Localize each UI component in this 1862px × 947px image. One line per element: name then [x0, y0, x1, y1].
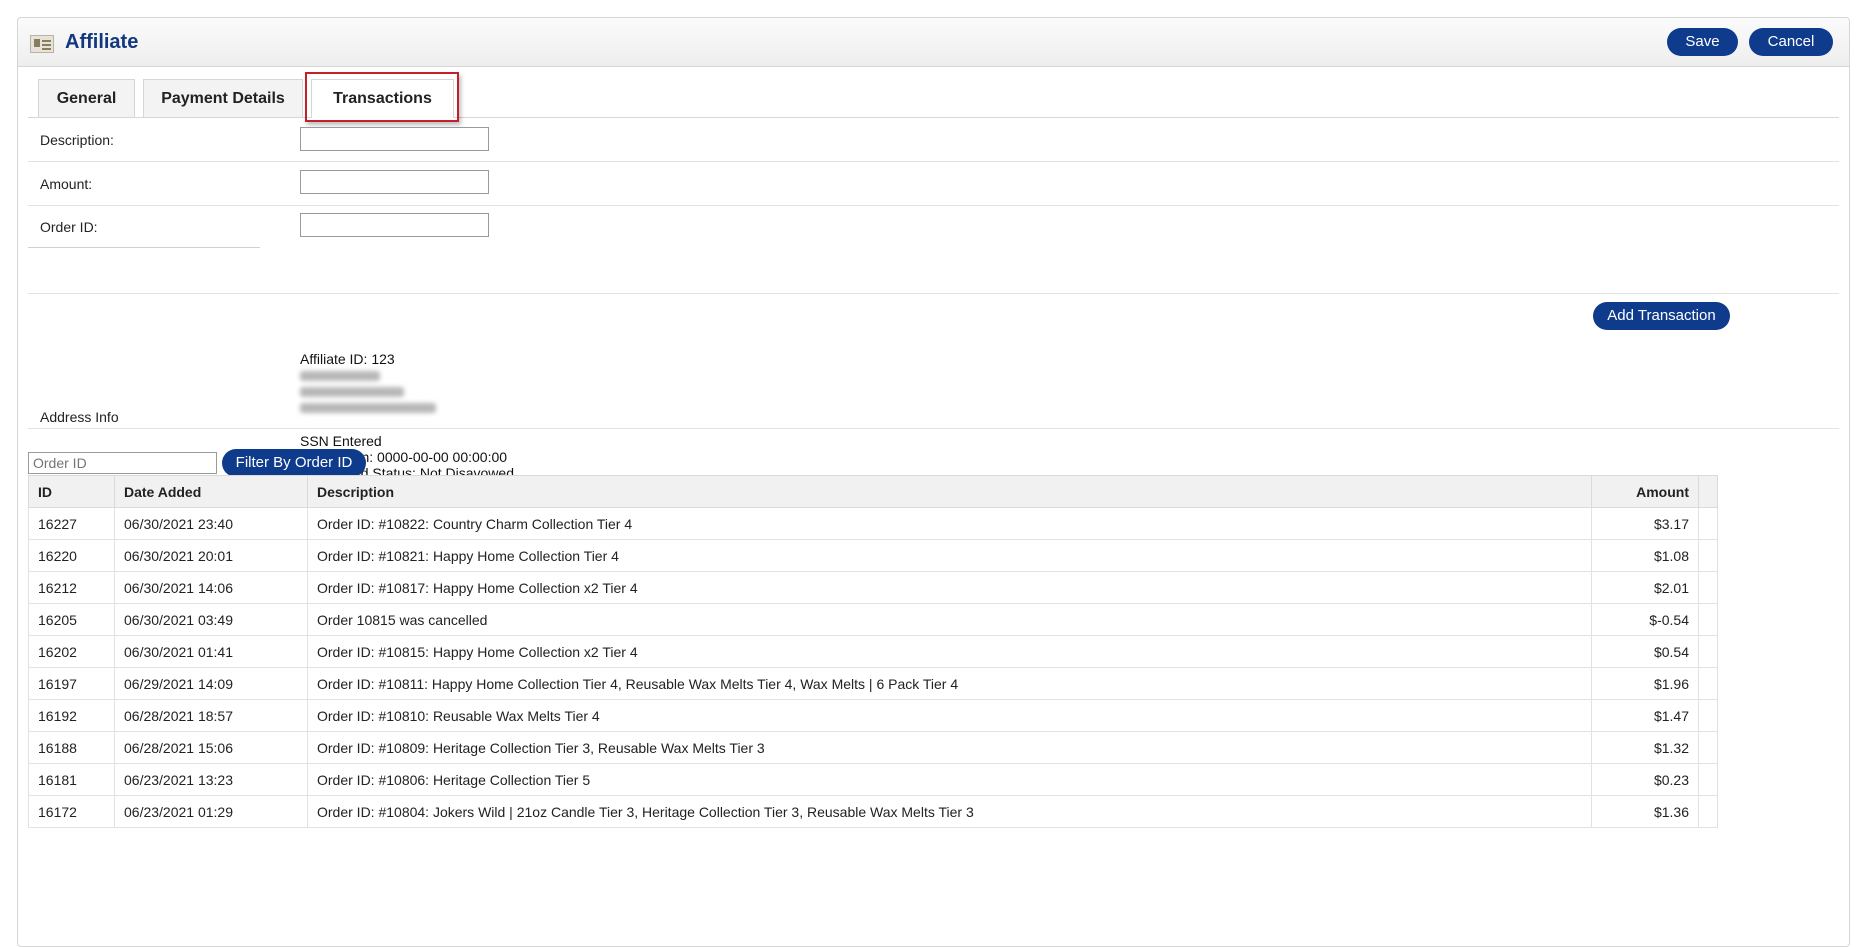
cell-id: 16220	[28, 539, 115, 572]
affiliate-id: Affiliate ID: 123	[300, 351, 395, 367]
description-label: Description:	[40, 132, 114, 148]
cancel-button[interactable]: Cancel	[1749, 28, 1833, 56]
amount-row: Amount:	[28, 162, 1839, 206]
cell-amount: $-0.54	[1591, 603, 1699, 636]
cell-description: Order ID: #10809: Heritage Collection Ti…	[307, 731, 1592, 764]
cell-description: Order ID: #10817: Happy Home Collection …	[307, 571, 1592, 604]
cell-amount: $0.54	[1591, 635, 1699, 668]
cell-amount: $3.17	[1591, 507, 1699, 540]
address-info-label: Address Info	[40, 409, 119, 425]
affiliate-panel: Affiliate Save Cancel General Payment De…	[17, 17, 1850, 947]
cell-amount: $1.08	[1591, 539, 1699, 572]
transactions-table: ID Date Added Description Amount 16227 06…	[28, 475, 1718, 828]
column-header-filler	[1698, 475, 1718, 508]
description-input[interactable]	[300, 127, 489, 151]
tab-payment-details[interactable]: Payment Details	[143, 79, 303, 117]
cell-amount: $1.36	[1591, 795, 1699, 828]
add-transaction-button[interactable]: Add Transaction	[1593, 302, 1730, 330]
cell-date: 06/23/2021 01:29	[114, 795, 308, 828]
affiliate-card-icon	[30, 35, 54, 53]
cell-date: 06/30/2021 23:40	[114, 507, 308, 540]
cell-filler	[1698, 603, 1718, 636]
cell-filler	[1698, 795, 1718, 828]
panel-header: Affiliate Save Cancel	[18, 18, 1849, 67]
cell-id: 16227	[28, 507, 115, 540]
tab-transactions[interactable]: Transactions	[311, 79, 454, 118]
order-id-row: Order ID:	[28, 206, 1839, 248]
cell-id: 16181	[28, 763, 115, 796]
cell-id: 16205	[28, 603, 115, 636]
cell-date: 06/30/2021 14:06	[114, 571, 308, 604]
cell-date: 06/30/2021 03:49	[114, 603, 308, 636]
cell-description: Order ID: #10810: Reusable Wax Melts Tie…	[307, 699, 1592, 732]
cell-filler	[1698, 699, 1718, 732]
tab-general[interactable]: General	[38, 79, 135, 117]
table-row[interactable]: 16205 06/30/2021 03:49 Order 10815 was can…	[28, 603, 1718, 636]
cell-filler	[1698, 667, 1718, 700]
cell-date: 06/28/2021 18:57	[114, 699, 308, 732]
order-id-filter-input[interactable]	[28, 452, 217, 474]
cell-date: 06/29/2021 14:09	[114, 667, 308, 700]
amount-label: Amount:	[40, 176, 93, 192]
save-button[interactable]: Save	[1667, 28, 1738, 56]
column-header-amount[interactable]: Amount	[1591, 475, 1699, 508]
cell-date: 06/28/2021 15:06	[114, 731, 308, 764]
cell-filler	[1698, 539, 1718, 572]
table-row[interactable]: 16172 06/23/2021 01:29 Order ID: #10804: J…	[28, 795, 1718, 828]
redacted-city	[300, 403, 436, 413]
cell-description: Order ID: #10822: Country Charm Collecti…	[307, 507, 1592, 540]
cell-amount: $1.96	[1591, 667, 1699, 700]
table-row[interactable]: 16181 06/23/2021 13:23 Order ID: #10806: H…	[28, 763, 1718, 796]
cell-amount: $1.32	[1591, 731, 1699, 764]
cell-date: 06/30/2021 01:41	[114, 635, 308, 668]
column-header-id[interactable]: ID	[28, 475, 115, 508]
cell-description: Order ID: #10815: Happy Home Collection …	[307, 635, 1592, 668]
table-header-row: ID Date Added Description Amount	[28, 475, 1718, 508]
cell-id: 16202	[28, 635, 115, 668]
cell-description: Order ID: #10821: Happy Home Collection …	[307, 539, 1592, 572]
tab-bar: General Payment Details Transactions	[18, 67, 1849, 122]
cell-description: Order ID: #10811: Happy Home Collection …	[307, 667, 1592, 700]
cell-id: 16212	[28, 571, 115, 604]
order-id-input[interactable]	[300, 213, 489, 237]
table-row[interactable]: 16202 06/30/2021 01:41 Order ID: #10815: H…	[28, 635, 1718, 668]
cell-filler	[1698, 635, 1718, 668]
cell-id: 16172	[28, 795, 115, 828]
cell-id: 16188	[28, 731, 115, 764]
cell-filler	[1698, 731, 1718, 764]
cell-id: 16192	[28, 699, 115, 732]
cell-filler	[1698, 507, 1718, 540]
cell-date: 06/23/2021 13:23	[114, 763, 308, 796]
redacted-street	[300, 387, 404, 397]
cell-description: Order 10815 was cancelled	[307, 603, 1592, 636]
table-row[interactable]: 16192 06/28/2021 18:57 Order ID: #10810: R…	[28, 699, 1718, 732]
table-row[interactable]: 16227 06/30/2021 23:40 Order ID: #10822: C…	[28, 507, 1718, 540]
cell-description: Order ID: #10804: Jokers Wild | 21oz Can…	[307, 795, 1592, 828]
column-header-date[interactable]: Date Added	[114, 475, 308, 508]
table-row[interactable]: 16220 06/30/2021 20:01 Order ID: #10821: H…	[28, 539, 1718, 572]
cell-id: 16197	[28, 667, 115, 700]
column-header-description[interactable]: Description	[307, 475, 1592, 508]
cell-filler	[1698, 763, 1718, 796]
page-title: Affiliate	[65, 31, 139, 53]
table-row[interactable]: 16188 06/28/2021 15:06 Order ID: #10809: H…	[28, 731, 1718, 764]
description-row: Description:	[28, 118, 1839, 162]
cell-filler	[1698, 571, 1718, 604]
cell-description: Order ID: #10806: Heritage Collection Ti…	[307, 763, 1592, 796]
table-row[interactable]: 16212 06/30/2021 14:06 Order ID: #10817: H…	[28, 571, 1718, 604]
order-id-label: Order ID:	[40, 219, 98, 235]
filter-by-order-id-button[interactable]: Filter By Order ID	[222, 449, 366, 477]
cell-date: 06/30/2021 20:01	[114, 539, 308, 572]
ssn-status: SSN Entered	[300, 433, 382, 449]
redacted-name	[300, 371, 380, 381]
table-row[interactable]: 16197 06/29/2021 14:09 Order ID: #10811: H…	[28, 667, 1718, 700]
cell-amount: $0.23	[1591, 763, 1699, 796]
amount-input[interactable]	[300, 170, 489, 194]
cell-amount: $2.01	[1591, 571, 1699, 604]
cell-amount: $1.47	[1591, 699, 1699, 732]
